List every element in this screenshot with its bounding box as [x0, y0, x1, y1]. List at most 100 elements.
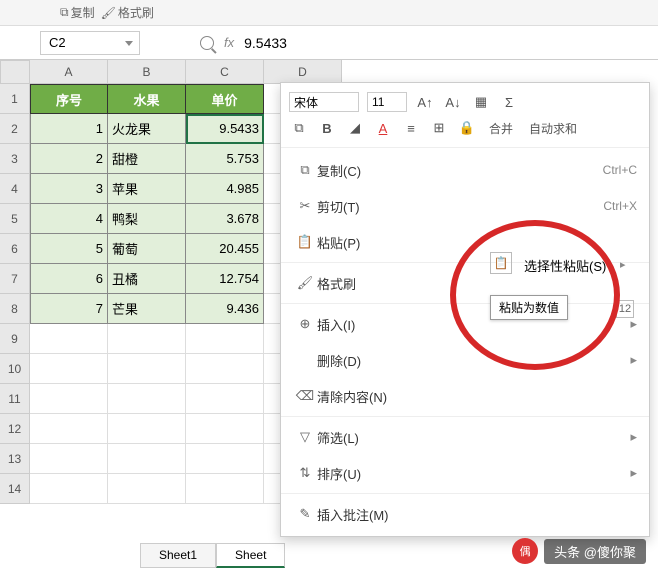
- cell-style-icon[interactable]: ▦: [471, 92, 491, 112]
- chevron-right-icon: ▸: [630, 352, 637, 368]
- ctx-comment[interactable]: ✎ 插入批注(M): [281, 496, 649, 532]
- mini-toolbar: A↑ A↓ ▦ Σ ⧉ B ◢ A ≡ ⊞ 🔒 合并 自动求和: [281, 83, 649, 148]
- increase-font-icon[interactable]: A↑: [415, 92, 435, 112]
- col-header[interactable]: D: [264, 60, 342, 84]
- row-header[interactable]: 11: [0, 384, 30, 414]
- ctx-delete[interactable]: 删除(D) ▸: [281, 342, 649, 378]
- ctx-copy[interactable]: ⧉ 复制(C) Ctrl+C: [281, 152, 649, 188]
- font-color-icon[interactable]: A: [373, 118, 393, 138]
- cell[interactable]: [30, 354, 108, 384]
- col-header[interactable]: C: [186, 60, 264, 84]
- active-cell[interactable]: 9.5433: [186, 114, 264, 144]
- format-painter-button[interactable]: 🖌格式刷: [101, 4, 154, 21]
- ctx-insert[interactable]: ⊕ 插入(I) ▸: [281, 306, 649, 342]
- cell[interactable]: [30, 324, 108, 354]
- cell[interactable]: [108, 354, 186, 384]
- cell[interactable]: [30, 444, 108, 474]
- cell[interactable]: [186, 414, 264, 444]
- header-cell[interactable]: 序号: [30, 84, 108, 114]
- font-size-select[interactable]: [367, 92, 407, 112]
- ctx-cut[interactable]: ✂ 剪切(T) Ctrl+X: [281, 188, 649, 224]
- col-header[interactable]: A: [30, 60, 108, 84]
- ctx-filter[interactable]: ▽ 筛选(L) ▸: [281, 419, 649, 455]
- row-header[interactable]: 6: [0, 234, 30, 264]
- cell[interactable]: 2: [30, 144, 108, 174]
- ctx-paste-special[interactable]: 选择性粘贴(S): [524, 256, 606, 275]
- cell[interactable]: [186, 444, 264, 474]
- sum-icon[interactable]: Σ: [499, 92, 519, 112]
- header-cell[interactable]: 单价: [186, 84, 264, 114]
- select-all-corner[interactable]: [0, 60, 30, 84]
- cell[interactable]: 苹果: [108, 174, 186, 204]
- autosum-button[interactable]: 自动求和: [525, 118, 581, 138]
- fill-color-icon[interactable]: ◢: [345, 118, 365, 138]
- cell[interactable]: 葡萄: [108, 234, 186, 264]
- row-header[interactable]: 1: [0, 84, 30, 114]
- cell[interactable]: 20.455: [186, 234, 264, 264]
- cell[interactable]: [186, 474, 264, 504]
- cell[interactable]: [108, 444, 186, 474]
- cell[interactable]: 5.753: [186, 144, 264, 174]
- ctx-sort[interactable]: ⇅ 排序(U) ▸: [281, 455, 649, 491]
- sheet-tab-active[interactable]: Sheet: [216, 543, 285, 568]
- cell[interactable]: [108, 474, 186, 504]
- row-header[interactable]: 14: [0, 474, 30, 504]
- cell[interactable]: 9.436: [186, 294, 264, 324]
- col-header[interactable]: B: [108, 60, 186, 84]
- cell[interactable]: [186, 324, 264, 354]
- cell[interactable]: 鸭梨: [108, 204, 186, 234]
- bold-icon[interactable]: B: [317, 118, 337, 138]
- comment-icon: ✎: [293, 506, 317, 522]
- row-header[interactable]: 2: [0, 114, 30, 144]
- cell[interactable]: 1: [30, 114, 108, 144]
- cell[interactable]: [186, 354, 264, 384]
- cell[interactable]: 火龙果: [108, 114, 186, 144]
- row-header[interactable]: 12: [0, 414, 30, 444]
- cell[interactable]: 丑橘: [108, 264, 186, 294]
- cell[interactable]: 12.754: [186, 264, 264, 294]
- font-select[interactable]: [289, 92, 359, 112]
- cell[interactable]: 芒果: [108, 294, 186, 324]
- merge-button[interactable]: 合并: [485, 118, 517, 138]
- row-header[interactable]: 5: [0, 204, 30, 234]
- row-header[interactable]: 13: [0, 444, 30, 474]
- cell[interactable]: 3: [30, 174, 108, 204]
- cell[interactable]: [30, 384, 108, 414]
- cell[interactable]: 4: [30, 204, 108, 234]
- cell[interactable]: 3.678: [186, 204, 264, 234]
- cell[interactable]: [108, 414, 186, 444]
- name-box[interactable]: C2: [40, 31, 140, 55]
- paste-special-icon[interactable]: 📋: [490, 252, 512, 274]
- align-icon[interactable]: ≡: [401, 118, 421, 138]
- ctx-paste[interactable]: 📋 粘贴(P): [281, 224, 649, 260]
- cell[interactable]: 甜橙: [108, 144, 186, 174]
- row-header[interactable]: 9: [0, 324, 30, 354]
- border-icon[interactable]: ⊞: [429, 118, 449, 138]
- formula-bar: C2 fx 9.5433: [0, 26, 658, 60]
- cell[interactable]: [30, 414, 108, 444]
- ctx-clear[interactable]: ⌫ 清除内容(N): [281, 378, 649, 414]
- cell[interactable]: 7: [30, 294, 108, 324]
- cell[interactable]: [108, 324, 186, 354]
- lock-icon[interactable]: 🔒: [457, 118, 477, 138]
- header-cell[interactable]: 水果: [108, 84, 186, 114]
- row-header[interactable]: 4: [0, 174, 30, 204]
- row-header[interactable]: 3: [0, 144, 30, 174]
- copy-cell-icon[interactable]: ⧉: [289, 118, 309, 138]
- cell[interactable]: 6: [30, 264, 108, 294]
- chevron-right-icon: ▸: [630, 429, 637, 445]
- sheet-tab[interactable]: Sheet1: [140, 543, 216, 568]
- decrease-font-icon[interactable]: A↓: [443, 92, 463, 112]
- row-header[interactable]: 8: [0, 294, 30, 324]
- cell[interactable]: 4.985: [186, 174, 264, 204]
- cell[interactable]: [30, 474, 108, 504]
- formula-value[interactable]: 9.5433: [244, 35, 287, 51]
- paste-values-icon[interactable]: 12: [616, 300, 634, 318]
- row-header[interactable]: 10: [0, 354, 30, 384]
- cell[interactable]: 5: [30, 234, 108, 264]
- cell[interactable]: [186, 384, 264, 414]
- copy-button[interactable]: ⧉复制: [60, 4, 95, 21]
- row-header[interactable]: 7: [0, 264, 30, 294]
- cell[interactable]: [108, 384, 186, 414]
- search-icon[interactable]: [200, 36, 214, 50]
